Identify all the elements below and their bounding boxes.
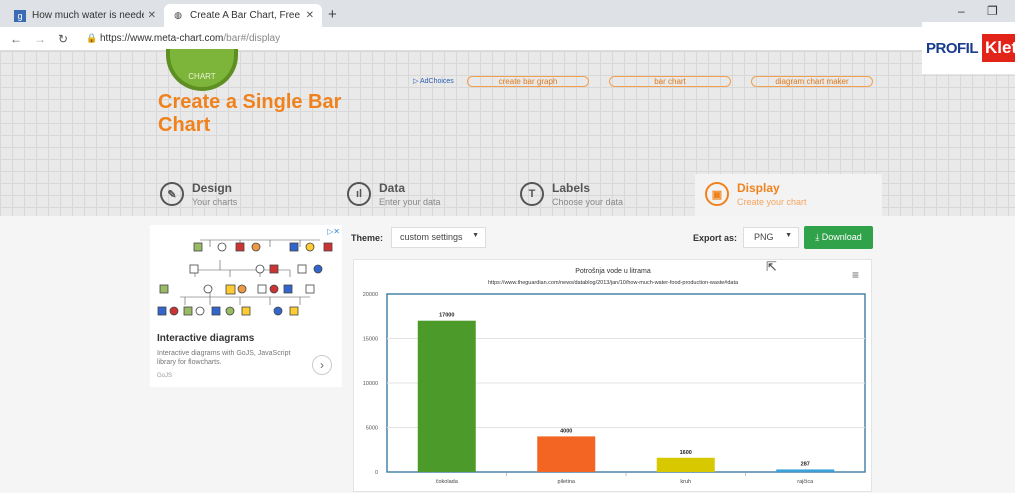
data-label: 1600 <box>680 450 692 456</box>
lock-icon: 🔒 <box>86 33 98 43</box>
y-tick-label: 20000 <box>363 292 378 298</box>
y-tick-label: 10000 <box>363 381 378 387</box>
caret-down-icon: ▼ <box>785 232 792 239</box>
export-label: Export as: <box>693 233 738 243</box>
ad-link[interactable]: create bar graph <box>467 76 589 87</box>
chart-svg: Potrošnja vode u litrama https://www.theg… <box>363 268 866 485</box>
step-label: Labels <box>552 181 591 195</box>
download-icon: ⤓ <box>815 232 820 242</box>
bar-chart-icon: ıl <box>347 182 371 206</box>
theme-value: custom settings <box>400 232 463 242</box>
data-label: 17000 <box>439 313 454 319</box>
back-icon[interactable]: ← <box>10 32 22 46</box>
url-host: https://www.meta-chart.com <box>100 33 224 44</box>
minimize-icon[interactable]: – <box>958 4 965 18</box>
bar <box>417 320 476 472</box>
logo-part1: PROFIL <box>926 39 979 57</box>
url-path: /bar#/display <box>223 33 281 44</box>
maximize-icon[interactable]: ❐ <box>987 4 998 18</box>
browser-tab-active[interactable]: ◍ Create A Bar Chart, Free . Custom ✕ <box>164 4 322 27</box>
y-tick-label: 5000 <box>366 426 378 432</box>
step-label: Design <box>192 181 233 195</box>
palette-icon: ✎ <box>160 182 184 206</box>
ad-description: Interactive diagrams with GoJS, JavaScri… <box>157 350 291 366</box>
export-value: PNG <box>754 232 774 242</box>
data-label: 287 <box>801 461 810 467</box>
bar-chart: Potrošnja vode u litrama https://www.theg… <box>353 259 872 492</box>
step-sub: Create your chart <box>737 197 807 207</box>
x-tick-label: kruh <box>680 479 691 485</box>
logo-text: CHART <box>188 72 216 81</box>
ad-close-icon[interactable]: ▷✕ <box>327 227 340 236</box>
download-button[interactable]: ⤓ Download <box>804 226 873 249</box>
x-tick-label: čokolada <box>436 479 459 485</box>
profil-klett-logo: PROFIL Klett <box>922 22 1015 74</box>
chart-title: Potrošnja vode u litrama <box>575 268 651 275</box>
address-bar: ← → ↻ 🔒 https://www.meta-chart.com/bar#/… <box>0 27 1015 51</box>
caret-down-icon: ▼ <box>472 232 479 239</box>
ad-link[interactable]: diagram chart maker <box>751 76 873 87</box>
step-sub: Your charts <box>192 197 238 207</box>
ad-title: Interactive diagrams <box>157 333 255 344</box>
ad-source: GoJS <box>157 373 173 379</box>
new-tab-icon[interactable]: + <box>328 6 337 23</box>
diagram-ad-image <box>157 239 333 316</box>
step-sub: Enter your data <box>379 197 441 207</box>
step-label: Display <box>737 181 780 195</box>
step-labels[interactable]: T Labels Choose your data <box>510 174 690 216</box>
x-tick-label: piletina <box>558 479 576 485</box>
browser-tabbar: g How much water is needed to pr ✕ ◍ Cre… <box>0 0 1015 27</box>
adchoices-label[interactable]: ▷ AdChoices <box>413 77 454 85</box>
theme-label: Theme: <box>351 233 384 243</box>
url-field[interactable]: https://www.meta-chart.com/bar#/display <box>100 33 280 44</box>
chart-menu-icon[interactable]: ≡ <box>852 269 864 281</box>
bar <box>656 457 715 472</box>
step-design[interactable]: ✎ Design Your charts <box>150 174 330 216</box>
theme-select[interactable]: custom settings ▼ <box>391 227 486 248</box>
bar <box>776 469 835 472</box>
step-display[interactable]: ▣ Display Create your chart <box>695 174 882 216</box>
close-tab-icon[interactable]: ✕ <box>306 10 314 21</box>
meta-icon: g <box>14 9 26 22</box>
chevron-right-icon[interactable]: › <box>312 355 332 375</box>
bar <box>537 436 596 472</box>
ad-link[interactable]: bar chart <box>609 76 731 87</box>
close-tab-icon[interactable]: ✕ <box>148 10 156 21</box>
forward-icon[interactable]: → <box>34 32 46 46</box>
download-label: Download <box>821 232 862 242</box>
display-icon: ▣ <box>705 182 729 206</box>
text-icon: T <box>520 182 544 206</box>
chart-subtitle: https://www.theguardian.com/news/datablo… <box>488 280 739 286</box>
export-format-select[interactable]: PNG ▼ <box>743 227 799 248</box>
tab-title: Create A Bar Chart, Free . Custom <box>190 10 302 21</box>
wizard-steps: ✎ Design Your charts ıl Data Enter your … <box>150 174 882 216</box>
y-tick-label: 15000 <box>363 337 378 343</box>
adchoices-text: AdChoices <box>419 78 454 85</box>
mouse-cursor-icon: ⇱ <box>766 259 777 274</box>
browser-tab[interactable]: g How much water is needed to pr ✕ <box>6 4 164 27</box>
globe-icon: ◍ <box>174 10 182 20</box>
site-logo[interactable]: CHART <box>166 49 238 91</box>
tab-title: How much water is needed to pr <box>32 10 144 21</box>
x-tick-label: rajčica <box>797 479 814 485</box>
step-label: Data <box>379 181 406 195</box>
logo-part2: Klett <box>982 34 1015 62</box>
data-label: 4000 <box>560 428 572 434</box>
step-data[interactable]: ıl Data Enter your data <box>337 174 512 216</box>
step-sub: Choose your data <box>552 197 624 207</box>
page-title: Create a Single Bar Chart <box>158 91 342 136</box>
y-tick-label: 0 <box>375 470 378 476</box>
reload-icon[interactable]: ↻ <box>58 32 68 46</box>
